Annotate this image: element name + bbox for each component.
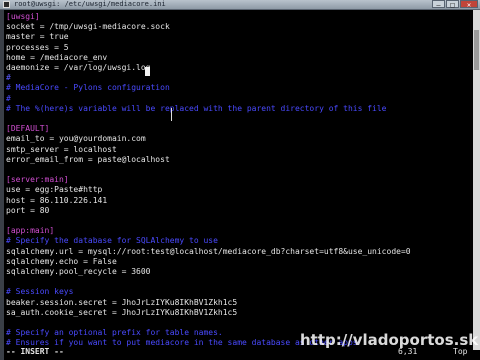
- watermark: http://vladoportos.sk: [300, 331, 479, 349]
- editor-line: master = true: [6, 32, 69, 42]
- editor-line: smtp_server = localhost: [6, 144, 117, 154]
- editor-line: daemonize = /var/log/uwsgi.log: [6, 63, 151, 72]
- editor-line: home = /mediacore_env: [6, 52, 108, 62]
- editor-line: sqlalchemy.url = mysql://root:test@local…: [6, 246, 411, 256]
- editor-line: host = 86.110.226.141: [6, 195, 108, 205]
- editor-line: [server:main]: [6, 175, 69, 185]
- editor-line: # MediaCore - Pylons configuration: [6, 83, 170, 93]
- window-title: root@uwsgi: /etc/uwsgi/mediacore.ini: [14, 0, 166, 8]
- editor-line: sqlalchemy.pool_recycle = 3600: [6, 267, 151, 276]
- editor-line: [DEFAULT]: [6, 124, 50, 134]
- vim-editor[interactable]: [uwsgi] socket = /tmp/uwsgi-mediacore.soc…: [6, 10, 468, 350]
- editor-line: sqlalchemy.echo = False: [6, 256, 117, 266]
- maximize-button[interactable]: □: [446, 0, 459, 9]
- vertical-scrollbar[interactable]: [473, 10, 480, 350]
- editor-line: sa_auth.cookie_secret = JhoJrLzIYKu8IKhB…: [6, 307, 238, 317]
- window-left-border: [0, 10, 4, 360]
- editor-line: #: [6, 73, 11, 83]
- editor-line: processes = 5: [6, 42, 69, 52]
- editor-line: # Session keys: [6, 287, 74, 297]
- editor-line: socket = /tmp/uwsgi-mediacore.sock: [6, 22, 170, 32]
- window-controls: – □ ✕: [432, 0, 478, 9]
- editor-line: [uwsgi]: [6, 12, 40, 21]
- window-titlebar: root@uwsgi: /etc/uwsgi/mediacore.ini – □…: [0, 0, 480, 10]
- text-cursor: [145, 67, 150, 76]
- editor-line: email_to = you@yourdomain.com: [6, 134, 146, 144]
- editor-line: use = egg:Paste#http: [6, 185, 103, 195]
- editor-line: # Specify an optional prefix for table n…: [6, 328, 223, 338]
- scrollbar-thumb[interactable]: [474, 30, 479, 70]
- terminal-app-icon: [3, 1, 10, 8]
- editor-line: error_email_from = paste@localhost: [6, 154, 170, 164]
- editor-line: port = 80: [6, 205, 50, 215]
- mode-indicator: -- INSERT --: [6, 347, 64, 356]
- mouse-ibeam-cursor: [171, 108, 172, 121]
- minimize-button[interactable]: –: [432, 0, 445, 9]
- editor-line: beaker.session.secret = JhoJrLzIYKu8IKhB…: [6, 297, 238, 307]
- editor-line: [app:main]: [6, 226, 55, 236]
- editor-line: #: [6, 93, 11, 103]
- close-button[interactable]: ✕: [460, 0, 478, 9]
- editor-line: # Specify the database for SQLAlchemy to…: [6, 236, 218, 246]
- editor-line: # The %(here)s variable will be replaced…: [6, 103, 387, 113]
